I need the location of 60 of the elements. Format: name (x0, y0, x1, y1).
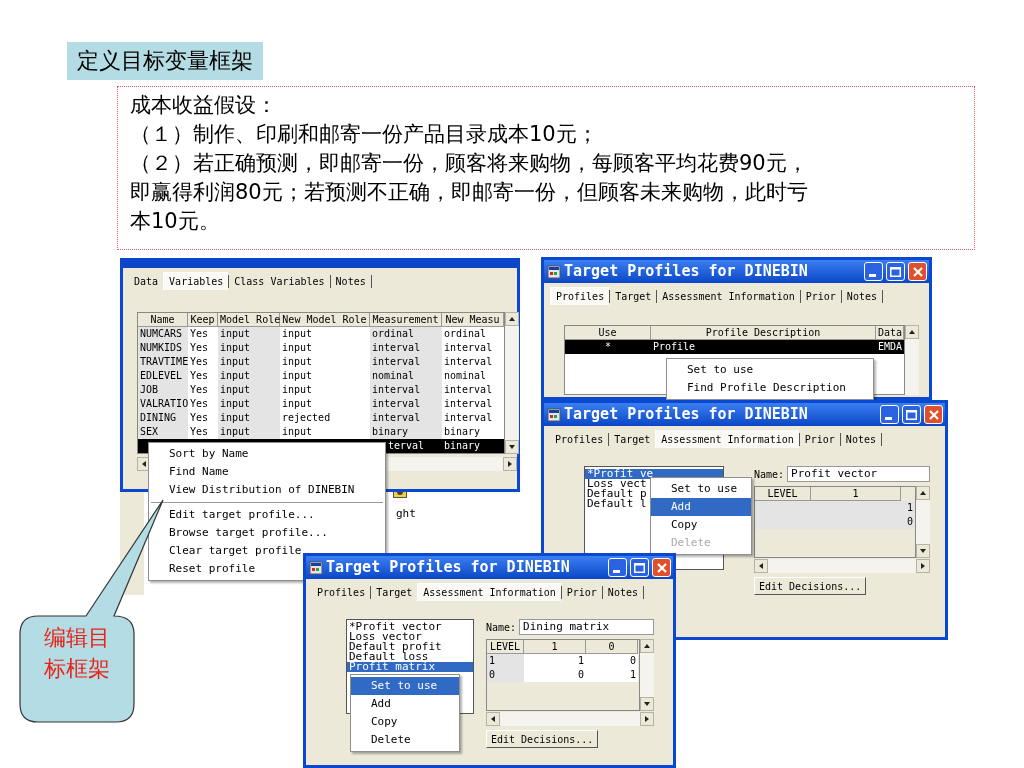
table-cell-text: 0 (905, 515, 914, 529)
table-cell: interval (370, 355, 442, 369)
table-cell: 0 (586, 654, 638, 668)
field-label: Name: (754, 467, 785, 482)
table-cell: EDLEVEL (138, 369, 188, 383)
window-text: ght (396, 506, 416, 522)
column-header: Name (138, 313, 188, 327)
table-cell: * (565, 340, 651, 354)
table-cell: 1 (586, 668, 638, 682)
table-cell: nominal (370, 369, 442, 383)
table-cell: JOB (138, 383, 188, 397)
column-header: New Model Role (280, 313, 370, 327)
table-cell: input (218, 327, 280, 341)
table-cell-text: 1 (905, 501, 914, 515)
table-cell: VALRATIO (138, 397, 188, 411)
table-cell: input (218, 411, 280, 425)
table-cell: EMDA (876, 340, 904, 354)
table-cell: interval (370, 397, 442, 411)
column-header: Measurement (370, 313, 442, 327)
table-cell: input (218, 369, 280, 383)
table-cell: input (218, 341, 280, 355)
column-header: LEVEL (755, 487, 811, 501)
field-label: Name: (486, 620, 517, 635)
table-cell: 1 (487, 654, 524, 668)
table-cell: TRAVTIME (138, 355, 188, 369)
table-cell: 0 (487, 668, 524, 682)
column-header: LEVEL (487, 640, 524, 654)
window-title: Target Profiles for DINEBIN (326, 557, 570, 579)
table-cell: binary (370, 425, 442, 439)
table-cell: interval (370, 383, 442, 397)
table-cell: interval (370, 341, 442, 355)
window-title: Target Profiles for DINEBIN (564, 261, 808, 283)
column-header: Use (565, 326, 651, 340)
column-header: Model Role (218, 313, 280, 327)
table-cell: input (218, 383, 280, 397)
table-cell: DINING (138, 411, 188, 425)
column-header: New Measu (442, 313, 504, 327)
column-header: 0 (586, 640, 638, 654)
column-header: Keep (188, 313, 218, 327)
table-cell: interval (370, 411, 442, 425)
table-cell: NUMCARS (138, 327, 188, 341)
table-cell: 1 (524, 654, 586, 668)
table-cell: Profile (651, 340, 876, 354)
callout-text: 编辑目标框架 (44, 624, 111, 683)
column-header: Profile Description (651, 326, 876, 340)
table-cell: SEX (138, 425, 188, 439)
slide-title: 定义目标变量框架 (67, 42, 263, 80)
table-cell: binary (442, 439, 504, 453)
window-title: Target Profiles for DINEBIN (564, 404, 808, 426)
note-text: 成本收益假设： （１）制作、印刷和邮寄一份产品目录成本10元； （２）若正确预测，即邮寄一份，顾客将来购物，每顾客平均花费90元， 即赢得利润80元；若预测不正确，即邮寄一份，但顾客未来购物，此时亏 本10元。 (130, 92, 809, 235)
table-cell: input (218, 425, 280, 439)
column-header: Data (876, 326, 904, 340)
menu-item: Delete (670, 535, 712, 551)
table-cell: input (218, 355, 280, 369)
table-cell: NUMKIDS (138, 341, 188, 355)
table-cell: 0 (524, 668, 586, 682)
column-header: 1 (811, 487, 901, 501)
table-cell: ordinal (370, 327, 442, 341)
column-header: 1 (524, 640, 586, 654)
table-cell: input (218, 397, 280, 411)
